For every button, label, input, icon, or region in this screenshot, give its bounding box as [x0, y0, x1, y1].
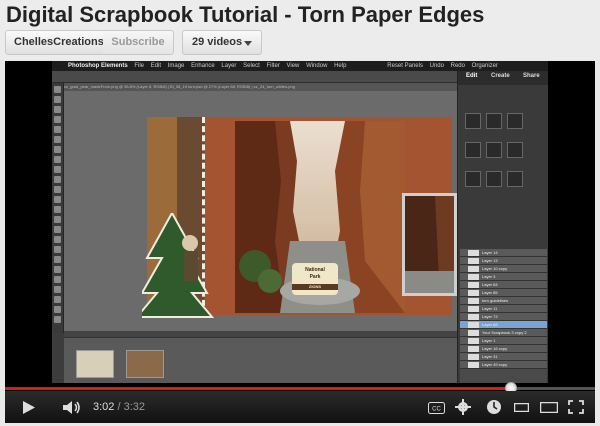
pse-menu-edit: Edit — [150, 63, 162, 69]
small-player-icon[interactable] — [514, 403, 529, 412]
video-header: Digital Scrapbook Tutorial - Torn Paper … — [0, 0, 600, 60]
layer-row: Layer 73 — [460, 313, 547, 321]
fullscreen-icon[interactable] — [568, 400, 584, 414]
layer-row: Layer 10 copy — [460, 265, 547, 273]
pse-menu-file: File — [134, 63, 145, 69]
tab-share: Share — [523, 73, 540, 79]
pse-menu-filter: Filter — [266, 63, 280, 69]
pse-menubar: Photoshop Elements File Edit Image Enhan… — [52, 61, 548, 71]
pse-undo: Undo — [429, 63, 444, 69]
pse-toolbox — [52, 83, 64, 333]
sign-line-2: Park — [309, 274, 321, 280]
pse-organizer: Organizer — [471, 63, 498, 69]
layers-panel: Layer 14 Layer 13 Layer 10 copy Layer 3 … — [460, 249, 547, 383]
progress-fill — [5, 387, 511, 390]
gear-icon[interactable] — [455, 399, 471, 415]
pse-document-tabs: zz_grad_pear_madeFrom.png @ 36.8% (Layer… — [64, 83, 457, 91]
layer-row: Layer 13 — [460, 257, 547, 265]
pse-menu-window: Window — [306, 63, 328, 69]
sign-line-1: National — [305, 267, 325, 273]
watch-later-icon[interactable] — [486, 399, 502, 415]
effects-grid — [463, 111, 543, 198]
duration: 3:32 — [123, 401, 146, 413]
play-icon[interactable] — [22, 400, 36, 415]
subscribe-button[interactable]: Subscribe — [103, 30, 174, 55]
bin-thumbnail — [126, 350, 164, 378]
layer-row: Layer 31 — [460, 353, 547, 361]
pse-menu-enhance: Enhance — [191, 63, 215, 69]
control-bar: 3:02 / 3:32 CC — [5, 391, 595, 423]
pse-menu-layer: Layer — [221, 63, 237, 69]
layer-row-selected: Layer 68 — [460, 321, 547, 329]
national-park-sign: National Park ZIONS — [292, 263, 338, 295]
pse-menu-right: Reset Panels Undo Redo Organizer — [387, 61, 503, 71]
pse-reset-panels: Reset Panels — [387, 63, 423, 69]
bin-thumbnail — [76, 350, 114, 378]
channel-button[interactable]: ChellesCreations — [5, 30, 113, 55]
inset-photo — [402, 193, 457, 296]
ranger-tree-icon — [142, 213, 215, 318]
layer-row: Layer 85 — [460, 289, 547, 297]
chevron-down-icon — [244, 41, 252, 46]
pse-panel-bin: Edit Create Share Layer 14 Layer 13 Laye… — [457, 71, 548, 383]
scrapbook-page: National Park ZIONS — [142, 117, 457, 318]
panel-tabs: Edit Create Share — [458, 71, 548, 85]
layer-row: Layer 1 — [460, 337, 547, 345]
pse-redo: Redo — [450, 63, 465, 69]
pse-menu-view: View — [286, 63, 300, 69]
layer-row: Layer 14 — [460, 249, 547, 257]
tab-create: Create — [491, 73, 510, 79]
captions-icon[interactable]: CC — [428, 402, 445, 414]
layer-row: Layer 3 — [460, 273, 547, 281]
inset-canyon-icon — [405, 196, 454, 293]
pse-app-name: Photoshop Elements — [68, 63, 128, 69]
layer-row: Layer 16 copy — [460, 345, 547, 353]
volume-icon[interactable] — [62, 400, 82, 415]
video-title: Digital Scrapbook Tutorial - Torn Paper … — [6, 2, 485, 27]
videos-count-label: 29 videos — [192, 36, 243, 48]
progress-bar[interactable] — [5, 382, 595, 394]
layer-row: Layer 49 copy — [460, 361, 547, 369]
large-player-icon[interactable] — [540, 402, 558, 413]
pse-menu-image: Image — [167, 63, 185, 69]
current-time: 3:02 — [93, 401, 115, 413]
pse-menu-select: Select — [243, 63, 260, 69]
videos-dropdown-button[interactable]: 29 videos — [182, 30, 262, 55]
pse-menu-help: Help — [334, 63, 347, 69]
pse-project-bin — [64, 337, 457, 383]
layer-row: Layer 11 — [460, 305, 547, 313]
video-frame[interactable]: Photoshop Elements File Edit Image Enhan… — [52, 61, 548, 383]
layer-row: torn guidelines — [460, 297, 547, 305]
pse-options-bar — [52, 71, 457, 83]
layer-row: Layer 84 — [460, 281, 547, 289]
tab-edit: Edit — [466, 73, 478, 79]
video-player[interactable]: Photoshop Elements File Edit Image Enhan… — [5, 61, 595, 423]
layer-row: Your Scrapbook 3 copy 2 — [460, 329, 547, 337]
svg-text:CC: CC — [432, 407, 441, 413]
sign-place: ZIONS — [292, 284, 338, 290]
time-display: 3:02 / 3:32 — [93, 401, 146, 413]
